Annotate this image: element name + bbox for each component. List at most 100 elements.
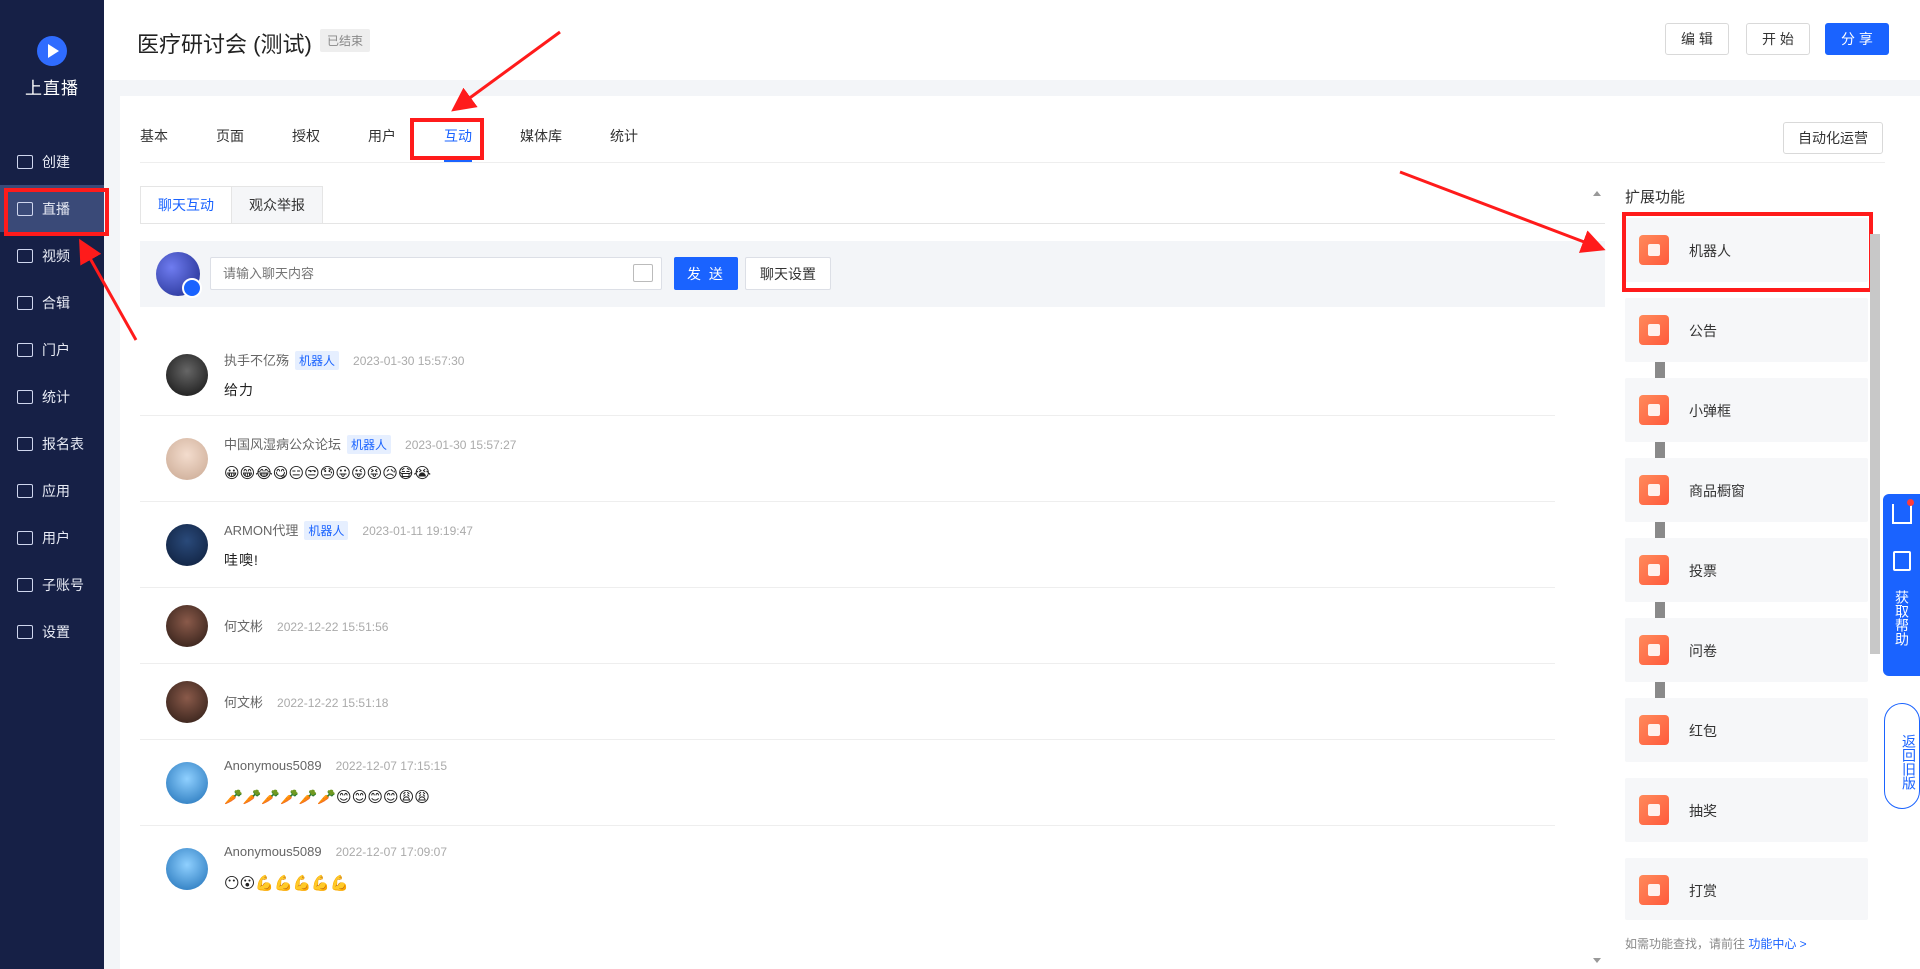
sidebar-item-apps[interactable]: 应用 xyxy=(0,467,104,514)
sidebar-item-live[interactable]: 直播 xyxy=(0,185,109,236)
notification-dot xyxy=(1907,499,1914,506)
avatar xyxy=(166,605,208,647)
document-icon[interactable] xyxy=(1893,551,1911,571)
footer-text: 如需功能查找，请前往 xyxy=(1625,937,1749,951)
sidebar-item-portal[interactable]: 门户 xyxy=(0,326,104,373)
edit-button[interactable]: 编 辑 xyxy=(1665,23,1729,55)
message-time: 2022-12-07 17:09:07 xyxy=(335,845,448,859)
sidebar-item-settings[interactable]: 设置 xyxy=(0,608,104,655)
live-icon xyxy=(17,201,33,216)
extension-item-survey[interactable]: 问卷 xyxy=(1625,618,1868,682)
message-text: 🥕🥕🥕🥕🥕🥕😊😊😊😊😩😩 xyxy=(224,789,430,806)
scroll-down-icon[interactable] xyxy=(1593,958,1601,963)
extension-label: 投票 xyxy=(1689,563,1717,579)
message-time: 2023-01-11 19:19:47 xyxy=(362,524,473,538)
message-time: 2023-01-30 15:57:27 xyxy=(405,438,517,452)
sidebar-item-users[interactable]: 用户 xyxy=(0,514,104,561)
tab-auth[interactable]: 授权 xyxy=(292,118,320,158)
download-icon[interactable] xyxy=(1892,504,1912,524)
avatar xyxy=(166,438,208,480)
extension-item-vote[interactable]: 投票 xyxy=(1625,538,1868,602)
annotation-box-robot xyxy=(1622,212,1873,292)
image-icon[interactable] xyxy=(633,264,653,282)
sidebar-item-sub-accounts[interactable]: 子账号 xyxy=(0,561,104,608)
message-time: 2022-12-07 17:15:15 xyxy=(335,759,448,773)
subtab-reports[interactable]: 观众举报 xyxy=(231,186,323,224)
feature-center-link[interactable]: 功能中心 > xyxy=(1748,937,1806,951)
logo[interactable]: 上直播 xyxy=(0,36,104,99)
subtab-chat[interactable]: 聊天互动 xyxy=(140,186,232,224)
list-item: 执手不亿殇 机器人 2023-01-30 15:57:30 给力 xyxy=(140,334,1555,416)
message-time: 2023-01-30 15:57:30 xyxy=(353,354,465,368)
popup-icon xyxy=(1639,395,1669,425)
users-icon xyxy=(17,530,33,545)
cart-icon xyxy=(1639,475,1669,505)
extension-label: 公告 xyxy=(1689,323,1717,339)
sidebar-item-video[interactable]: 视频 xyxy=(0,232,104,279)
sidebar-item-collection[interactable]: 合辑 xyxy=(0,279,104,326)
extension-item-showcase[interactable]: 商品橱窗 xyxy=(1625,458,1868,522)
mail-icon xyxy=(17,436,33,451)
sidebar-item-stats[interactable]: 统计 xyxy=(0,373,104,420)
help-button[interactable]: 获取帮助 xyxy=(1892,590,1912,646)
extension-item-announcement[interactable]: 公告 xyxy=(1625,298,1868,362)
sidebar-item-label: 创建 xyxy=(42,153,70,170)
extensions-footer: 如需功能查找，请前往 功能中心 > xyxy=(1625,935,1807,952)
message-meta: Anonymous5089 2022-12-07 17:09:07 xyxy=(224,844,447,859)
lottery-wheel-icon xyxy=(1639,795,1669,825)
tab-media-library[interactable]: 媒体库 xyxy=(520,118,562,158)
sidebar-item-label: 设置 xyxy=(42,623,70,640)
sidebar-item-label: 应用 xyxy=(42,482,70,499)
sidebar-item-label: 用户 xyxy=(42,529,70,546)
sidebar: 上直播 创建 直播 视频 合辑 门户 统计 报名表 应用 用户 子账号 设置 xyxy=(0,0,109,969)
message-author: Anonymous5089 xyxy=(224,758,322,773)
divider xyxy=(140,223,1605,224)
extension-item-tip[interactable]: 打赏 xyxy=(1625,858,1868,920)
message-author: 中国风湿病公众论坛 xyxy=(224,437,342,452)
sidebar-item-create[interactable]: 创建 xyxy=(0,138,104,185)
auto-ops-button[interactable]: 自动化运营 xyxy=(1783,122,1883,154)
tab-stats[interactable]: 统计 xyxy=(610,118,638,158)
list-item: Anonymous5089 2022-12-07 17:09:07 😶😮💪💪💪💪💪 xyxy=(140,826,1555,912)
extension-item-popup[interactable]: 小弹框 xyxy=(1625,378,1868,442)
avatar xyxy=(166,354,208,396)
tab-page[interactable]: 页面 xyxy=(216,118,244,158)
sidebar-item-label: 报名表 xyxy=(42,435,84,452)
extension-item-lottery[interactable]: 抽奖 xyxy=(1625,778,1868,842)
send-button[interactable]: 发 送 xyxy=(674,257,738,290)
main-card: 基本 页面 授权 用户 互动 媒体库 统计 自动化运营 聊天互动 观众举报 发 … xyxy=(120,96,1920,969)
scroll-up-icon[interactable] xyxy=(1593,191,1601,196)
share-button[interactable]: 分 享 xyxy=(1825,23,1889,55)
pie-chart-icon xyxy=(17,389,33,404)
survey-icon xyxy=(1639,635,1669,665)
video-icon xyxy=(17,248,33,263)
extension-item-red-packet[interactable]: 红包 xyxy=(1625,698,1868,762)
extensions-scrollbar[interactable] xyxy=(1870,234,1880,654)
sidebar-item-label: 子账号 xyxy=(42,576,84,593)
avatar[interactable] xyxy=(156,252,202,298)
list-item: Anonymous5089 2022-12-07 17:15:15 🥕🥕🥕🥕🥕🥕😊… xyxy=(140,740,1555,826)
message-author: 何文彬 xyxy=(224,695,264,710)
sidebar-nav: 创建 直播 视频 合辑 门户 统计 报名表 应用 用户 子账号 设置 xyxy=(0,138,109,655)
message-text: 😶😮💪💪💪💪💪 xyxy=(224,875,349,892)
tab-users[interactable]: 用户 xyxy=(368,118,396,158)
message-time: 2022-12-22 15:51:18 xyxy=(277,696,389,710)
extension-label: 抽奖 xyxy=(1689,803,1717,819)
chat-input[interactable] xyxy=(210,257,662,290)
sidebar-item-label: 门户 xyxy=(42,341,70,358)
logo-icon xyxy=(37,36,67,66)
start-button[interactable]: 开 始 xyxy=(1746,23,1810,55)
old-version-button[interactable]: 返回旧版 xyxy=(1884,703,1920,809)
tab-basic[interactable]: 基本 xyxy=(140,118,168,158)
monitor-icon xyxy=(17,342,33,357)
sidebar-item-signup[interactable]: 报名表 xyxy=(0,420,104,467)
red-packet-icon xyxy=(1639,715,1669,745)
avatar xyxy=(166,762,208,804)
extension-label: 小弹框 xyxy=(1689,403,1731,419)
avatar xyxy=(166,848,208,890)
extension-label: 商品橱窗 xyxy=(1689,483,1745,499)
chat-settings-button[interactable]: 聊天设置 xyxy=(745,257,831,290)
message-meta: Anonymous5089 2022-12-07 17:15:15 xyxy=(224,758,447,773)
sub-account-icon xyxy=(17,577,33,592)
extensions-title: 扩展功能 xyxy=(1625,189,1686,206)
